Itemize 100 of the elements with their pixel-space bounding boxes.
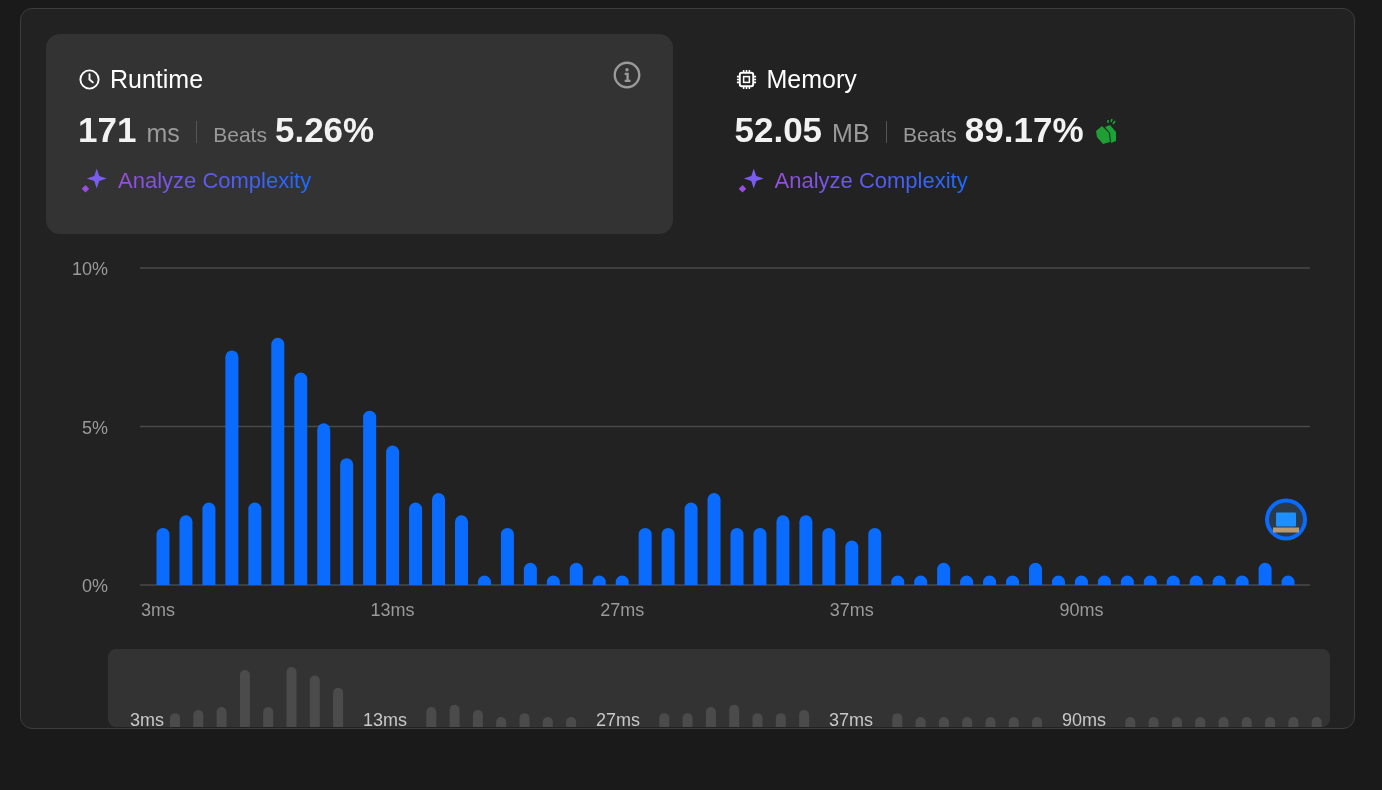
mini-bar (309, 675, 320, 727)
mini-bar (193, 710, 204, 727)
clock-icon (78, 67, 101, 91)
histogram-bar[interactable] (661, 527, 675, 585)
histogram-bar[interactable] (500, 527, 514, 585)
mini-bar (1032, 717, 1043, 727)
histogram-bar[interactable] (730, 527, 744, 585)
histogram-bar[interactable] (317, 423, 331, 585)
histogram-bar[interactable] (1143, 575, 1157, 585)
histogram-bar[interactable] (1074, 575, 1088, 585)
mini-bar (239, 670, 250, 727)
mini-bar (985, 717, 996, 727)
mini-bar (1008, 717, 1019, 727)
histogram-bar[interactable] (615, 575, 629, 585)
histogram-bar[interactable] (477, 575, 491, 585)
histogram-bar[interactable] (1097, 575, 1111, 585)
histogram-bar[interactable] (363, 410, 377, 585)
histogram-bar[interactable] (638, 527, 652, 585)
mini-bar (449, 704, 460, 727)
mini-bar (682, 713, 693, 727)
mini-bar (333, 687, 344, 727)
mini-bar (472, 710, 483, 727)
x-axis-label: 27ms (600, 600, 645, 620)
mini-bar (1288, 717, 1299, 727)
mini-bar (170, 713, 180, 727)
brush-axis-label: 90ms (1062, 710, 1106, 727)
beats-percent: 89.17% (964, 110, 1084, 150)
histogram-bar[interactable] (294, 372, 308, 585)
histogram-bar[interactable] (1120, 575, 1134, 585)
histogram-bar[interactable] (202, 502, 216, 585)
stat-unit: MB (832, 119, 870, 148)
mini-bar (1195, 717, 1206, 727)
histogram-bar[interactable] (1212, 575, 1226, 585)
x-axis-label: 37ms (829, 600, 874, 620)
histogram-bar[interactable] (1189, 575, 1203, 585)
avatar-marker[interactable] (1265, 498, 1308, 541)
stat-value: 171 (78, 110, 137, 150)
mini-bar (915, 717, 926, 727)
mini-bar (962, 717, 973, 727)
beats-label: Beats (213, 123, 267, 147)
mini-bar (1265, 717, 1276, 727)
histogram-bar[interactable] (960, 575, 974, 585)
histogram-bar[interactable] (822, 527, 836, 585)
histogram-bar[interactable] (983, 575, 997, 585)
x-axis-label: 13ms (370, 600, 415, 620)
range-brush[interactable]: 3ms 13ms 27ms 37ms 90ms (108, 649, 1330, 727)
histogram-bar[interactable] (455, 515, 468, 585)
histogram-bar[interactable] (409, 502, 423, 585)
histogram-bar[interactable] (891, 575, 905, 585)
mini-bar (729, 704, 740, 727)
histogram-bar[interactable] (156, 527, 170, 585)
brush-axis-label: 3ms (130, 710, 164, 727)
histogram-bar[interactable] (1006, 575, 1019, 585)
y-axis-label: 10% (71, 259, 108, 279)
mini-bar (799, 710, 810, 727)
histogram-bar[interactable] (937, 562, 951, 585)
mini-bar (1241, 717, 1252, 727)
histogram-bar[interactable] (845, 540, 859, 585)
histogram-bar[interactable] (1235, 575, 1249, 585)
stat-card[interactable]: Memory 52.05 MB Beats 89.17% Analyze Complexity (702, 34, 1329, 234)
mini-bar (705, 707, 716, 727)
histogram-bar[interactable] (1258, 562, 1272, 585)
histogram-bar[interactable] (776, 515, 790, 585)
histogram-bar[interactable] (868, 527, 882, 585)
mini-bar (263, 707, 274, 727)
mini-bar (1148, 717, 1159, 727)
mini-bar (775, 713, 786, 727)
histogram-bar[interactable] (225, 350, 239, 585)
histogram-bar[interactable] (1051, 575, 1065, 585)
beats-label: Beats (903, 123, 957, 147)
brush-axis-label: 37ms (829, 710, 873, 727)
stat-card[interactable]: Runtime 171 ms Beats 5.26% Analyze Complexity (46, 34, 673, 234)
histogram-bar[interactable] (386, 445, 400, 585)
mini-bar (216, 707, 227, 727)
histogram-bar[interactable] (753, 527, 767, 585)
info-icon[interactable] (612, 61, 641, 89)
histogram-bar[interactable] (523, 562, 537, 585)
histogram-bar[interactable] (271, 337, 285, 585)
histogram-bar[interactable] (248, 502, 262, 585)
brush-axis-label: 27ms (596, 710, 640, 727)
histogram-bar[interactable] (1166, 575, 1180, 585)
mini-bar (1171, 717, 1182, 727)
mini-bar (752, 713, 763, 727)
histogram-bar[interactable] (684, 502, 698, 585)
y-axis-label: 5% (82, 417, 108, 438)
histogram-bar[interactable] (569, 562, 583, 585)
histogram-bar[interactable] (179, 515, 193, 585)
mini-bar (1125, 717, 1136, 727)
histogram-bar[interactable] (546, 575, 560, 585)
histogram-bar[interactable] (1281, 575, 1295, 585)
x-axis-label: 3ms (141, 600, 175, 620)
histogram-bar[interactable] (799, 515, 813, 585)
mini-bar (519, 713, 530, 727)
histogram-bar[interactable] (340, 458, 354, 585)
histogram-bar[interactable] (914, 575, 928, 585)
histogram-bar[interactable] (707, 493, 721, 585)
stat-value: 52.05 (734, 110, 823, 150)
mini-bar (1311, 717, 1322, 727)
histogram-bar[interactable] (592, 575, 606, 585)
histogram-bar[interactable] (1029, 562, 1042, 585)
